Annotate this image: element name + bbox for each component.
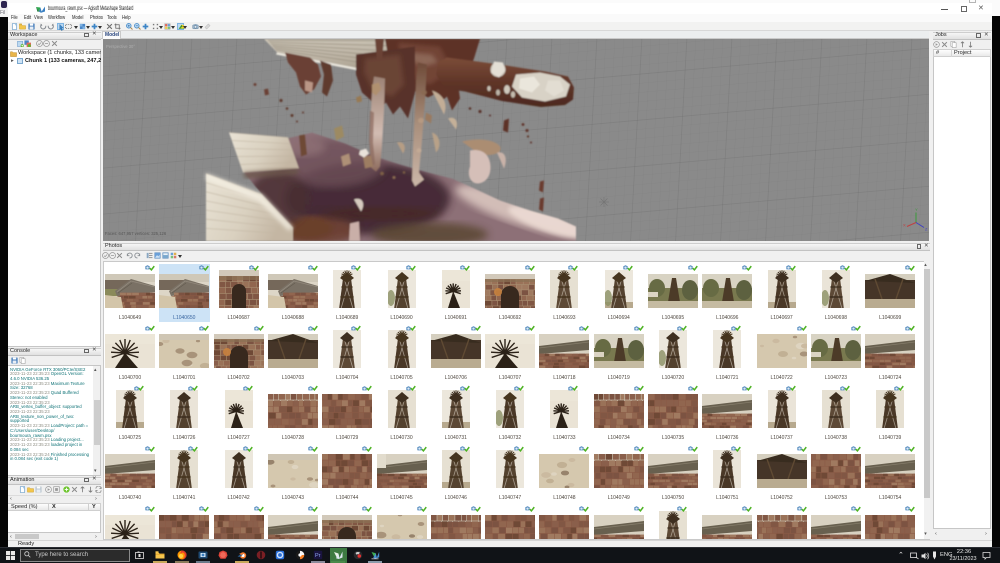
svg-text:X: X (903, 222, 906, 227)
svg-text:Y: Y (915, 207, 918, 212)
svg-text:Z: Z (925, 226, 928, 231)
svg-text:Pr: Pr (315, 553, 321, 559)
